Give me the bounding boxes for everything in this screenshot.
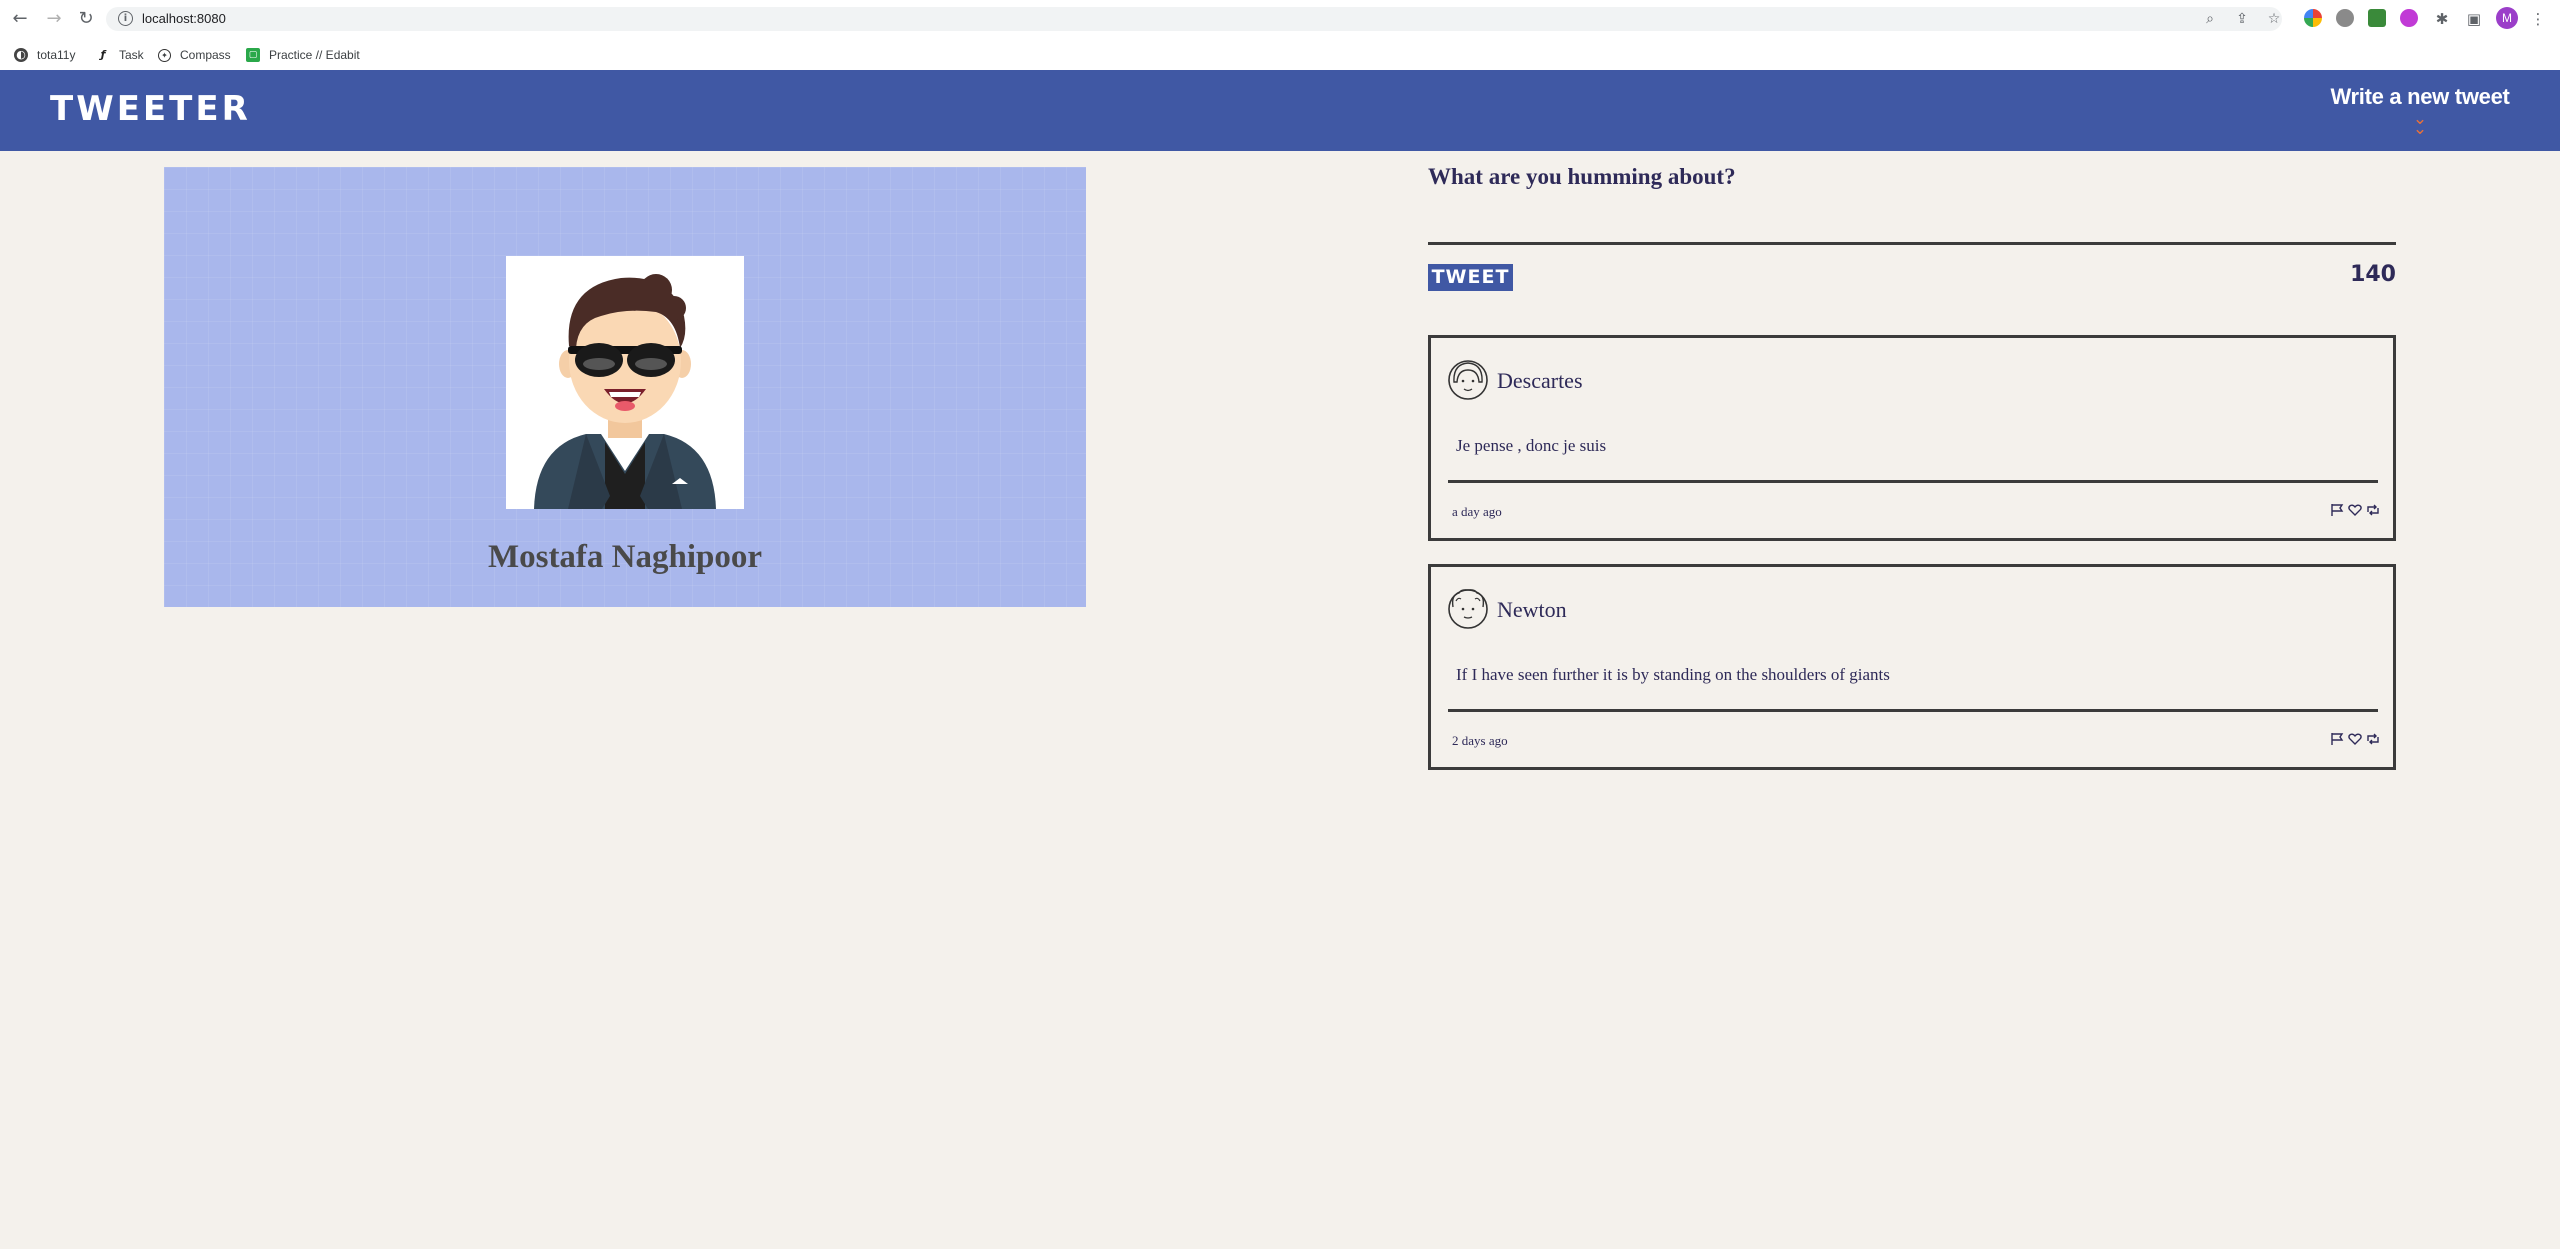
back-icon[interactable]: ← <box>10 9 30 29</box>
url-text[interactable]: localhost:8080 <box>142 10 226 28</box>
profile-avatar-image <box>506 256 744 509</box>
compose-label[interactable]: Write a new tweet <box>2330 84 2510 110</box>
edabit-icon: ▢ <box>246 48 260 62</box>
share-icon[interactable]: ⇪ <box>2232 9 2252 29</box>
tweet-author: Descartes <box>1497 368 1583 393</box>
flag-icon[interactable] <box>2329 502 2345 518</box>
extension-purple-icon[interactable] <box>2400 9 2418 27</box>
bookmark-task[interactable]: ƒ Task <box>96 45 144 65</box>
bookmark-tota11y[interactable]: ◐ tota11y <box>14 45 75 65</box>
heart-icon[interactable] <box>2347 731 2363 747</box>
bookmark-label: Task <box>119 48 144 62</box>
tweet-actions <box>2329 731 2381 747</box>
bookmark-edabit[interactable]: ▢ Practice // Edabit <box>246 45 360 65</box>
tweet-text: Je pense , donc je suis <box>1456 436 1607 455</box>
extension-gray-icon[interactable] <box>2336 9 2354 27</box>
site-info-icon[interactable]: i <box>118 11 133 26</box>
author-avatar-icon <box>1448 360 1488 400</box>
retweet-icon[interactable] <box>2365 731 2381 747</box>
tweet-timestamp: a day ago <box>1452 504 1502 519</box>
menu-kebab-icon[interactable]: ⋮ <box>2528 9 2548 29</box>
tweet-actions <box>2329 502 2381 518</box>
composer-textarea[interactable] <box>1428 242 2396 245</box>
bookmark-star-icon[interactable]: ☆ <box>2264 9 2284 29</box>
bookmarks-bar: ◐ tota11y ƒ Task ✦ Compass ▢ Practice //… <box>0 39 2560 71</box>
extension-green-icon[interactable] <box>2368 9 2386 27</box>
char-counter: 140 <box>2350 262 2396 287</box>
tweet-button[interactable]: TWEET <box>1428 264 1513 291</box>
tota11y-icon: ◐ <box>14 48 28 62</box>
tweet-card: Descartes Je pense , donc je suis a day … <box>1428 335 2396 541</box>
bookmark-compass[interactable]: ✦ Compass <box>158 45 231 65</box>
tweet-card: Newton If I have seen further it is by s… <box>1428 564 2396 770</box>
app-logo[interactable]: TWEETER <box>50 89 251 129</box>
author-avatar-icon <box>1448 589 1488 629</box>
extensions-puzzle-icon[interactable]: ✱ <box>2432 9 2452 29</box>
side-panel-icon[interactable]: ▣ <box>2464 9 2484 29</box>
bookmark-label: Compass <box>180 48 231 62</box>
tweet-text: If I have seen further it is by standing… <box>1456 665 1890 684</box>
extension-color-icon[interactable] <box>2304 9 2322 27</box>
app-header: TWEETER Write a new tweet ⌄ ⌄ <box>0 70 2560 151</box>
profile-card: Mostafa Naghipoor <box>164 167 1086 607</box>
tweet-author: Newton <box>1497 597 1567 622</box>
reload-icon[interactable]: ↻ <box>76 9 96 29</box>
bookmark-label: Practice // Edabit <box>269 48 360 62</box>
heart-icon[interactable] <box>2347 502 2363 518</box>
compass-icon: ✦ <box>158 48 171 62</box>
retweet-icon[interactable] <box>2365 502 2381 518</box>
tweet-divider <box>1448 480 2378 483</box>
forward-icon[interactable]: → <box>44 9 64 29</box>
zoom-icon[interactable]: ⌕ <box>2200 9 2220 29</box>
composer-prompt: What are you humming about? <box>1428 164 1736 189</box>
flag-icon[interactable] <box>2329 731 2345 747</box>
avatar-illustration <box>534 274 716 509</box>
profile-avatar[interactable]: M <box>2496 7 2518 29</box>
browser-toolbar: ← → ↻ i localhost:8080 ⌕ ⇪ ☆ ✱ ▣ M ⋮ <box>0 0 2560 39</box>
compose-toggle[interactable]: Write a new tweet ⌄ ⌄ <box>2330 84 2510 138</box>
tweet-divider <box>1448 709 2378 712</box>
tweet-timestamp: 2 days ago <box>1452 733 1508 748</box>
address-bar[interactable]: i localhost:8080 ⌕ ⇪ ☆ <box>106 7 2282 31</box>
profile-name: Mostafa Naghipoor <box>487 539 763 575</box>
bookmark-label: tota11y <box>37 48 76 62</box>
task-icon: ƒ <box>100 48 106 61</box>
double-chevron-down-icon[interactable]: ⌄ ⌄ <box>2330 111 2510 138</box>
